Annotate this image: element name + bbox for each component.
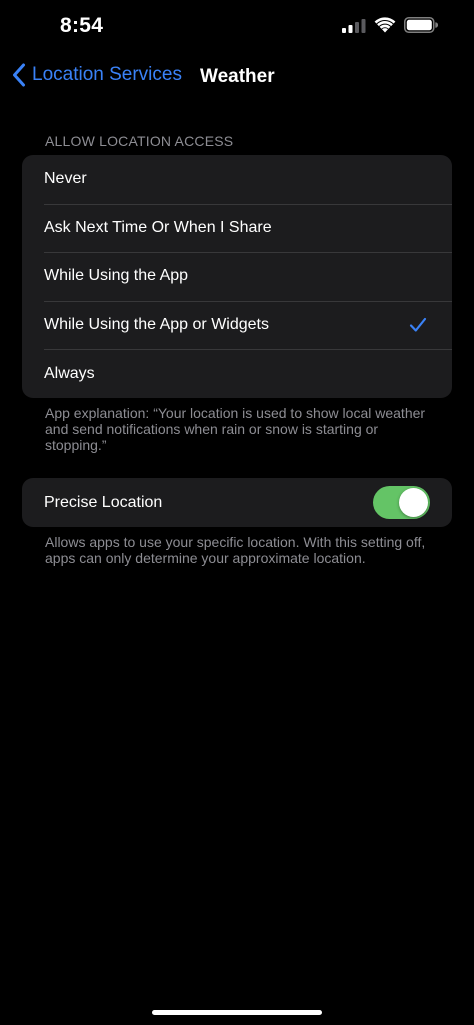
section-header-allow-location-access: ALLOW LOCATION ACCESS	[45, 133, 234, 149]
back-button[interactable]: Location Services	[12, 63, 182, 87]
precise-location-description: Allows apps to use your specific locatio…	[45, 534, 426, 566]
navigation-bar: Location Services Weather	[0, 56, 474, 100]
precise-location-row: Precise Location	[22, 478, 452, 527]
status-icons	[342, 17, 438, 33]
option-while-using-app-or-widgets[interactable]: While Using the App or Widgets	[22, 300, 452, 350]
status-bar: 8:54	[0, 0, 474, 56]
page-title: Weather	[200, 66, 275, 87]
battery-icon	[404, 17, 438, 33]
option-label: While Using the App or Widgets	[44, 316, 269, 334]
option-always[interactable]: Always	[22, 349, 452, 398]
back-button-label: Location Services	[32, 64, 182, 85]
wifi-icon	[374, 17, 396, 33]
precise-location-toggle[interactable]	[373, 486, 430, 519]
option-while-using-app[interactable]: While Using the App	[22, 252, 452, 301]
checkmark-icon	[409, 317, 427, 338]
option-label: Never	[44, 170, 87, 188]
option-label: Always	[44, 364, 95, 382]
home-indicator	[152, 1010, 322, 1015]
option-never[interactable]: Never	[22, 155, 452, 204]
location-access-options: Never Ask Next Time Or When I Share Whil…	[22, 155, 452, 398]
cellular-signal-icon	[342, 18, 366, 33]
precise-location-label: Precise Location	[44, 493, 163, 511]
toggle-knob	[399, 488, 428, 517]
precise-location-group: Precise Location	[22, 478, 452, 527]
option-label: While Using the App	[44, 267, 189, 285]
app-explanation-text: App explanation: “Your location is used …	[45, 405, 426, 453]
option-ask-next-time[interactable]: Ask Next Time Or When I Share	[22, 203, 452, 253]
option-label: Ask Next Time Or When I Share	[44, 218, 272, 236]
status-time: 8:54	[60, 14, 104, 37]
chevron-left-icon	[12, 63, 26, 87]
